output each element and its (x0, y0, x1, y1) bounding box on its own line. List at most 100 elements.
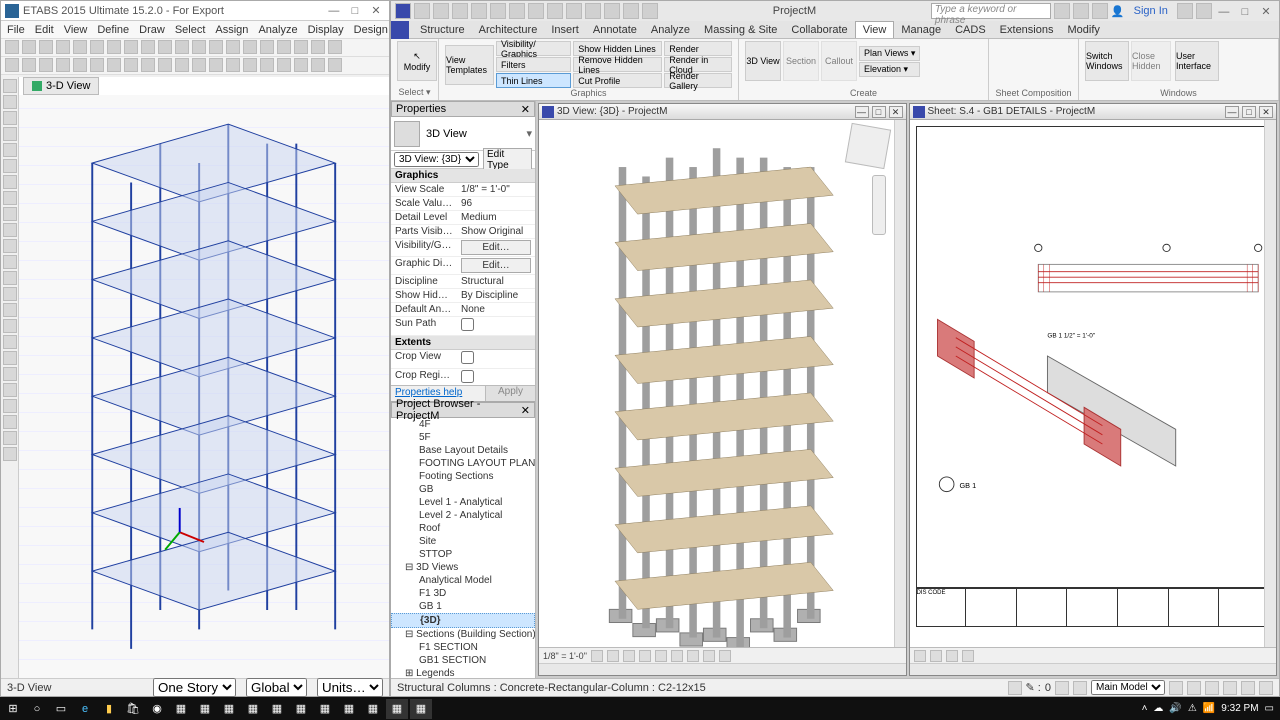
browser-item[interactable]: GB 1 (391, 600, 535, 613)
tool-button[interactable] (192, 58, 206, 72)
property-value[interactable]: By Discipline (457, 289, 535, 302)
tool-button[interactable] (141, 58, 155, 72)
render-gallery-button[interactable]: Render Gallery (664, 73, 732, 88)
property-row[interactable]: Scale Value 1:96 (391, 197, 535, 211)
browser-item[interactable]: F1 SECTION (391, 641, 535, 654)
app-icon[interactable]: ▦ (194, 699, 216, 719)
task-view-icon[interactable]: ▭ (50, 699, 72, 719)
side-tool[interactable] (3, 239, 17, 253)
cortana-icon[interactable]: ○ (26, 699, 48, 719)
crop-region-icon[interactable] (671, 650, 683, 662)
app-icon[interactable]: ▦ (338, 699, 360, 719)
etabs-view-tab[interactable]: 3-D View (23, 77, 99, 95)
tool-button[interactable] (209, 58, 223, 72)
menu-edit[interactable]: Edit (35, 24, 54, 36)
browser-item[interactable]: Site (391, 535, 535, 548)
tray-chevron-icon[interactable]: ˄ (1142, 703, 1148, 714)
browser-item[interactable]: Analytical Model (391, 574, 535, 587)
sun-path-icon[interactable] (623, 650, 635, 662)
tool-button[interactable] (192, 40, 206, 54)
tab-architecture[interactable]: Architecture (472, 22, 545, 38)
side-tool[interactable] (3, 191, 17, 205)
tool-button[interactable] (226, 58, 240, 72)
tray-icon[interactable]: ☁ (1153, 703, 1163, 714)
qat-button[interactable] (623, 3, 639, 19)
tool-button[interactable] (107, 40, 121, 54)
side-tool[interactable] (3, 143, 17, 157)
status-icon[interactable] (1187, 681, 1201, 695)
browser-item[interactable]: STTOP (391, 548, 535, 561)
tool-button[interactable] (328, 40, 342, 54)
tool-button[interactable] (5, 40, 19, 54)
tool-button[interactable] (158, 40, 172, 54)
tab-extensions[interactable]: Extensions (993, 22, 1061, 38)
tool-button[interactable] (328, 58, 342, 72)
side-tool[interactable] (3, 399, 17, 413)
switch-windows-button[interactable]: Switch Windows (1085, 41, 1129, 81)
tool-button[interactable] (260, 40, 274, 54)
view-scale-label[interactable]: 1/8" = 1'-0" (543, 651, 587, 661)
menu-draw[interactable]: Draw (139, 24, 165, 36)
browser-item[interactable]: ⊟ 3D Views (391, 561, 535, 574)
property-value[interactable]: Edit… (461, 240, 531, 255)
view-templates-button[interactable]: View Templates (445, 45, 494, 85)
app-icon[interactable]: ▦ (266, 699, 288, 719)
status-icon[interactable] (1055, 681, 1069, 695)
tray-icon[interactable]: 📶 (1203, 703, 1215, 714)
property-row[interactable]: Graphic Displa…Edit… (391, 257, 535, 275)
vcb-icon[interactable] (914, 650, 926, 662)
tool-button[interactable] (243, 40, 257, 54)
visual-style-icon[interactable] (607, 650, 619, 662)
maximize-button[interactable]: □ (872, 106, 886, 118)
favorite-icon[interactable] (1092, 3, 1108, 19)
viewcube[interactable] (844, 123, 890, 169)
elevation-button[interactable]: Elevation ▾ (859, 62, 920, 77)
minimize-button[interactable]: — (855, 106, 869, 118)
property-row[interactable]: View Scale1/8" = 1'-0" (391, 183, 535, 197)
side-tool[interactable] (3, 95, 17, 109)
browser-item[interactable]: Level 1 - Analytical (391, 496, 535, 509)
browser-item[interactable]: Roof (391, 522, 535, 535)
side-tool[interactable] (3, 383, 17, 397)
side-tool[interactable] (3, 159, 17, 173)
browser-item[interactable]: Level 2 - Analytical (391, 509, 535, 522)
side-tool[interactable] (3, 111, 17, 125)
chrome-icon[interactable]: ◉ (146, 699, 168, 719)
qat-button[interactable] (642, 3, 658, 19)
qat-button[interactable] (509, 3, 525, 19)
maximize-button[interactable]: □ (1242, 106, 1256, 118)
vcb-icon[interactable] (962, 650, 974, 662)
status-units-select[interactable]: Units… (317, 678, 383, 697)
scrollbar-horizontal[interactable] (910, 663, 1277, 675)
close-button[interactable]: ✕ (367, 4, 385, 17)
property-value[interactable] (457, 317, 535, 335)
close-button[interactable]: ✕ (1259, 106, 1273, 118)
tool-button[interactable] (90, 40, 104, 54)
tool-button[interactable] (22, 58, 36, 72)
signin-link[interactable]: Sign In (1134, 5, 1168, 17)
revit-3d-canvas[interactable] (539, 120, 906, 647)
property-value[interactable] (457, 350, 535, 368)
close-hidden-button[interactable]: Close Hidden (1131, 41, 1171, 81)
side-tool[interactable] (3, 431, 17, 445)
tab-collaborate[interactable]: Collaborate (784, 22, 854, 38)
tool-button[interactable] (90, 58, 104, 72)
vcb-icon[interactable] (930, 650, 942, 662)
app-icon[interactable]: ▦ (218, 699, 240, 719)
tool-button[interactable] (22, 40, 36, 54)
tab-cads[interactable]: CADS (948, 22, 993, 38)
edit-type-button[interactable]: Edit Type (483, 148, 532, 172)
navigation-bar[interactable] (872, 175, 886, 235)
tab-massing[interactable]: Massing & Site (697, 22, 784, 38)
explorer-icon[interactable]: ▮ (98, 699, 120, 719)
tab-view[interactable]: View (855, 21, 895, 38)
maximize-button[interactable]: □ (346, 5, 364, 17)
property-row[interactable]: Crop Region Vi… (391, 369, 535, 385)
side-tool[interactable] (3, 287, 17, 301)
property-row[interactable]: Default Analysi…None (391, 303, 535, 317)
qat-button[interactable] (490, 3, 506, 19)
properties-type-selector[interactable]: 3D View ▾ (391, 117, 535, 151)
tool-button[interactable] (141, 40, 155, 54)
browser-item[interactable]: FOOTING LAYOUT PLAN (391, 457, 535, 470)
browser-item[interactable]: GB1 SECTION (391, 654, 535, 667)
